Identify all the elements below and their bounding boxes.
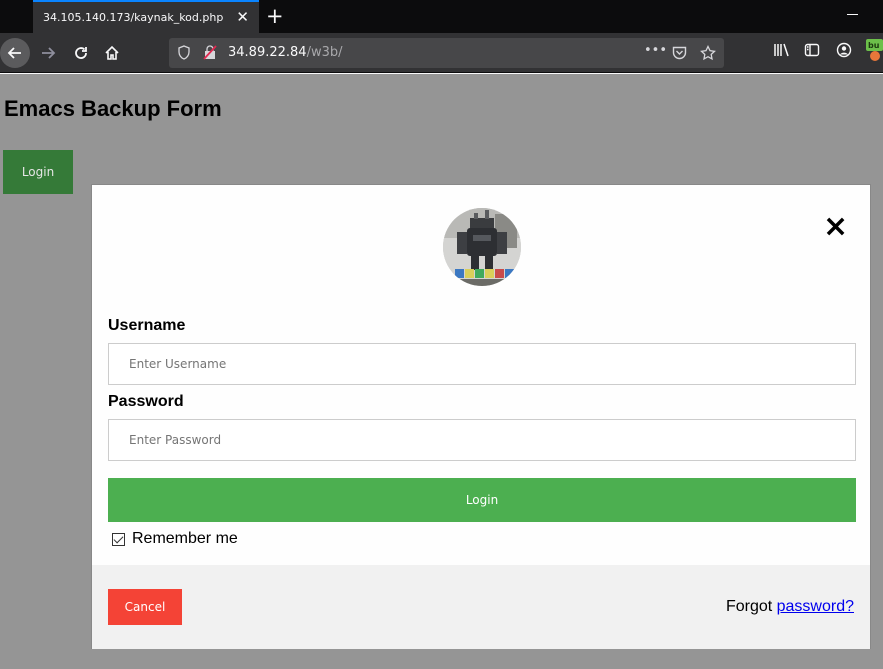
login-submit-button[interactable]: Login (108, 478, 856, 522)
account-icon[interactable] (836, 42, 852, 58)
bookmark-star-icon[interactable] (700, 45, 716, 61)
password-label: Password (108, 393, 184, 410)
remember-me[interactable]: Remember me (112, 530, 238, 548)
home-button[interactable] (97, 38, 127, 68)
modal-footer: Cancel Forgot password? (92, 565, 870, 649)
remember-me-checkbox[interactable] (112, 532, 125, 546)
back-arrow-icon (7, 47, 21, 59)
close-icon[interactable]: × (823, 212, 848, 242)
username-input[interactable] (108, 343, 856, 385)
forgot-password-link[interactable]: password? (777, 598, 854, 615)
page-actions-icon[interactable]: ••• (644, 43, 667, 58)
navigation-bar: 34.89.22.84/w3b/ ••• bu (0, 33, 883, 73)
browser-tab[interactable]: 34.105.140.173/kaynak_kod.php ✕ (33, 0, 259, 33)
login-modal: × Username Enter Username Password Login… (91, 184, 871, 649)
tab-title: 34.105.140.173/kaynak_kod.php (43, 11, 224, 24)
sidebar-icon[interactable] (804, 42, 820, 58)
new-tab-icon[interactable]: + (266, 4, 284, 28)
tab-strip: 34.105.140.173/kaynak_kod.php ✕ + (0, 0, 883, 33)
password-input[interactable] (108, 419, 856, 461)
url-text[interactable]: 34.89.22.84/w3b/ (228, 45, 343, 60)
cancel-button[interactable]: Cancel (108, 589, 182, 625)
shield-icon[interactable] (177, 45, 191, 60)
forgot-password: Forgot password? (726, 598, 854, 616)
svg-text:bu: bu (868, 41, 880, 50)
forward-button[interactable] (33, 38, 63, 68)
home-icon (105, 45, 119, 60)
reload-button[interactable] (66, 38, 96, 68)
avatar (443, 208, 521, 286)
page-overlay: Emacs Backup Form Login × Username Enter… (0, 74, 883, 669)
extension-icon[interactable]: bu (866, 39, 883, 61)
page-title: Emacs Backup Form (4, 96, 222, 121)
minimize-icon[interactable] (847, 14, 858, 15)
forward-arrow-icon (42, 47, 56, 59)
remember-me-label: Remember me (132, 530, 238, 547)
url-host: 34.89.22.84 (228, 45, 307, 60)
url-path: /w3b/ (306, 45, 343, 60)
username-label: Username (108, 317, 186, 334)
url-bar[interactable]: 34.89.22.84/w3b/ ••• (169, 38, 724, 68)
pocket-icon[interactable] (672, 45, 687, 60)
reload-icon (75, 47, 87, 59)
library-icon[interactable] (773, 42, 790, 58)
open-login-button[interactable]: Login (3, 150, 73, 194)
tab-close-icon[interactable]: ✕ (236, 8, 249, 26)
forgot-text: Forgot (725, 598, 777, 615)
insecure-lock-icon[interactable] (203, 45, 217, 60)
back-button[interactable] (0, 38, 30, 68)
avatar-image (443, 208, 521, 286)
